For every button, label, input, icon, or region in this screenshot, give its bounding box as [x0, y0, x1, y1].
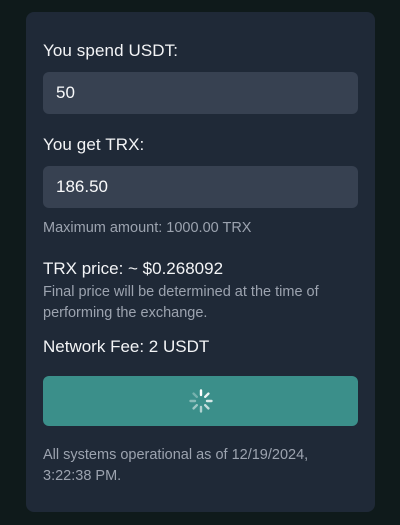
exchange-form-card: You spend USDT: You get TRX: Maximum amo…: [26, 12, 375, 512]
get-label: You get TRX:: [43, 135, 145, 154]
trx-price: TRX price: ~ $0.268092: [43, 259, 224, 278]
spend-label: You spend USDT:: [43, 41, 179, 60]
network-fee: Network Fee: 2 USDT: [43, 337, 210, 356]
exchange-submit-button[interactable]: [43, 376, 358, 426]
system-status: All systems operational as of 12/19/2024…: [43, 447, 309, 484]
max-amount-note: Maximum amount: 1000.00 TRX: [43, 220, 252, 236]
get-amount-input[interactable]: [56, 177, 345, 197]
spend-field[interactable]: [43, 72, 358, 114]
spinner-icon: [188, 389, 213, 413]
get-field[interactable]: [43, 166, 358, 208]
price-disclaimer: Final price will be determined at the ti…: [43, 284, 319, 321]
spend-amount-input[interactable]: [56, 83, 345, 103]
